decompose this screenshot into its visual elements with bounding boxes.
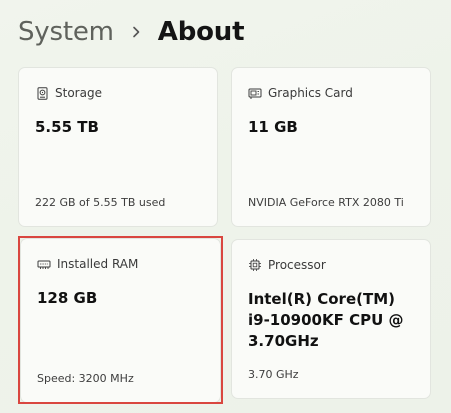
processor-card[interactable]: Processor Intel(R) Core(TM) i9-10900KF C… [231,239,431,399]
installed-ram-value: 128 GB [37,289,98,307]
processor-label: Processor [268,258,326,272]
graphics-card-card[interactable]: Graphics Card 11 GB NVIDIA GeForce RTX 2… [231,67,431,227]
storage-detail: 222 GB of 5.55 TB used [35,196,166,209]
storage-icon [35,86,49,100]
installed-ram-detail: Speed: 3200 MHz [37,372,134,385]
graphics-card-icon [248,86,262,100]
processor-value: Intel(R) Core(TM) i9-10900KF CPU @ 3.70G… [248,290,404,350]
chevron-right-icon [114,17,158,47]
memory-icon [37,257,51,271]
graphics-card-label: Graphics Card [268,86,353,100]
graphics-card-value: 11 GB [248,118,298,136]
storage-value: 5.55 TB [35,118,99,136]
breadcrumb-system-link[interactable]: System [18,17,114,47]
installed-ram-label: Installed RAM [57,257,139,271]
breadcrumb: System About [18,12,245,52]
processor-icon [248,258,262,272]
storage-card[interactable]: Storage 5.55 TB 222 GB of 5.55 TB used [18,67,218,227]
storage-label: Storage [55,86,102,100]
graphics-card-detail: NVIDIA GeForce RTX 2080 Ti [248,196,404,209]
processor-detail: 3.70 GHz [248,368,299,381]
page-title: About [157,17,245,47]
installed-ram-card[interactable]: Installed RAM 128 GB Speed: 3200 MHz [20,238,221,403]
